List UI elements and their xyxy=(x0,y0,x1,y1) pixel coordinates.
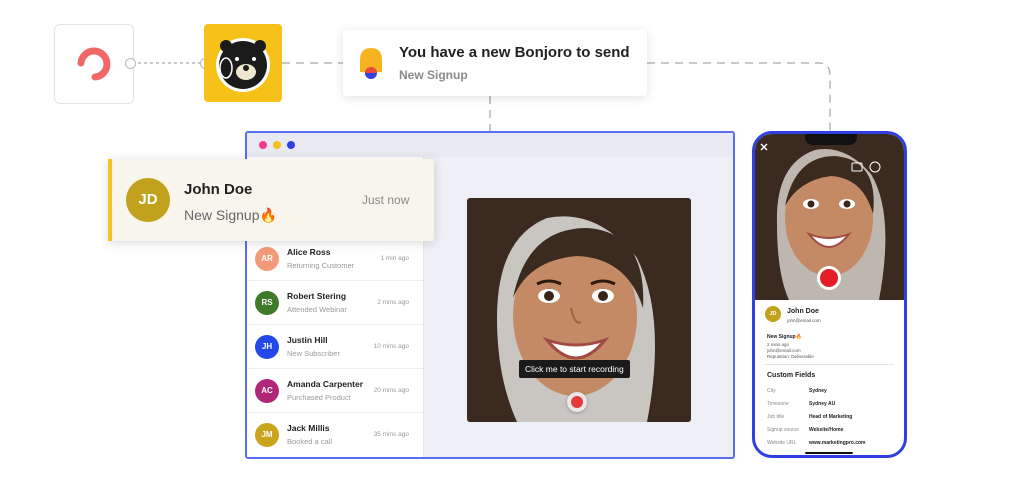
phone-mockup: JD John Doe john@email.com New Signup🔥 2… xyxy=(752,131,907,458)
avatar: JM xyxy=(255,423,279,447)
avatar: AC xyxy=(255,379,279,403)
field-label: Signup source xyxy=(767,427,799,433)
notification-title: You have a new Bonjoro to send xyxy=(399,44,630,61)
contact-name: Justin Hill xyxy=(287,335,328,345)
avatar: JH xyxy=(255,335,279,359)
field-value: Sydney AU xyxy=(809,401,836,407)
contact-status: Attended Webinar xyxy=(287,305,347,314)
contact-status: Booked a call xyxy=(287,437,333,446)
record-tooltip: Click me to start recording xyxy=(519,360,630,378)
switch-camera-icon[interactable] xyxy=(851,162,863,172)
window-maximize-dot[interactable] xyxy=(287,141,295,149)
source-integration-tile[interactable] xyxy=(54,24,134,104)
connector-dot xyxy=(125,58,136,69)
window-titlebar xyxy=(247,133,733,157)
close-icon[interactable] xyxy=(759,142,769,152)
record-button[interactable] xyxy=(567,392,587,412)
face-photo-illustration xyxy=(467,198,691,422)
contact-status: Purchased Product xyxy=(287,393,351,402)
phone-event-title: New Signup🔥 xyxy=(767,334,802,340)
bell-icon xyxy=(360,48,382,79)
field-value: Head of Marketing xyxy=(809,414,853,420)
avatar: JD xyxy=(126,178,170,222)
phone-notch xyxy=(805,134,857,145)
contact-name: Robert Stering xyxy=(287,291,347,301)
phone-contact-name: John Doe xyxy=(787,308,819,315)
list-item[interactable]: AC Amanda Carpenter Purchased Product 20… xyxy=(247,369,423,413)
phone-event-time: 2 mins ago xyxy=(767,342,790,347)
field-label: City xyxy=(767,388,776,394)
bear-logo-icon xyxy=(216,38,270,92)
avatar: JD xyxy=(765,306,781,322)
list-item[interactable]: AR Alice Ross Returning Customer 1 min a… xyxy=(247,237,423,281)
avatar: AR xyxy=(255,247,279,271)
field-label: Timezone xyxy=(767,401,789,407)
popup-contact-name: John Doe xyxy=(184,181,253,198)
new-bonjoro-notification[interactable]: You have a new Bonjoro to send New Signu… xyxy=(343,30,647,96)
home-indicator xyxy=(805,452,853,454)
contact-name: Alice Ross xyxy=(287,247,331,257)
list-item[interactable]: RS Robert Stering Attended Webinar 2 min… xyxy=(247,281,423,325)
popup-event: New Signup🔥 xyxy=(184,207,277,223)
contact-status: New Subscriber xyxy=(287,349,340,358)
contact-name: Amanda Carpenter xyxy=(287,379,364,389)
phone-video-preview[interactable] xyxy=(755,134,904,300)
field-value: www.marketingpro.com xyxy=(809,440,866,446)
window-minimize-dot[interactable] xyxy=(273,141,281,149)
contact-time: 1 min ago xyxy=(380,255,409,262)
window-close-dot[interactable] xyxy=(259,141,267,149)
field-value: Website/Home xyxy=(809,427,844,433)
contact-status: Returning Customer xyxy=(287,261,355,270)
help-icon[interactable] xyxy=(869,161,881,173)
field-value: Sydney xyxy=(809,388,827,394)
contact-name: Jack Millis xyxy=(287,423,330,433)
contact-time: 35 mins ago xyxy=(373,431,409,438)
phone-event-reputation: Reputation: Deliverable xyxy=(767,354,814,359)
phone-contact-email: john@email.com xyxy=(787,318,821,323)
bonjoro-app-tile[interactable] xyxy=(204,24,282,102)
new-signup-popup[interactable]: JD John Doe New Signup🔥 Just now xyxy=(108,159,434,241)
notification-subtitle: New Signup xyxy=(399,68,468,82)
divider xyxy=(765,364,894,365)
popup-timestamp: Just now xyxy=(362,193,410,207)
convertkit-logo-icon xyxy=(77,47,111,81)
field-label: Website URL xyxy=(767,440,797,446)
phone-event-email: john@email.com xyxy=(767,348,801,353)
contact-time: 10 mins ago xyxy=(373,343,409,350)
list-item[interactable]: JM Jack Millis Booked a call 35 mins ago xyxy=(247,413,423,457)
phone-record-button[interactable] xyxy=(817,266,841,290)
contact-time: 2 mins ago xyxy=(377,299,409,306)
video-preview[interactable]: Click me to start recording xyxy=(467,198,691,422)
custom-fields-heading: Custom Fields xyxy=(767,372,816,379)
avatar: RS xyxy=(255,291,279,315)
contact-time: 20 mins ago xyxy=(373,387,409,394)
list-item[interactable]: JH Justin Hill New Subscriber 10 mins ag… xyxy=(247,325,423,369)
field-label: Job title xyxy=(767,414,785,420)
